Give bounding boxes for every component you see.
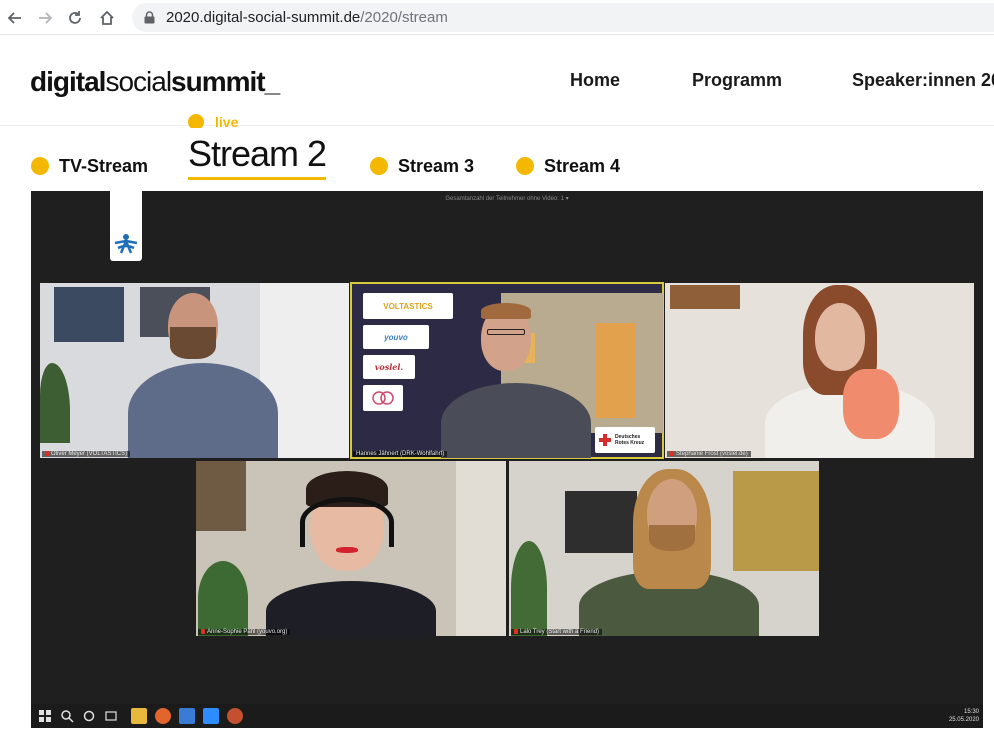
taskbar-clock: 15:30 25.05.2020 (949, 708, 979, 724)
participant-tile[interactable]: Oliver Meyer (VOLTASTICS) (40, 283, 349, 458)
stream-dot-icon (370, 157, 388, 175)
logo-part-social: social (105, 66, 172, 97)
circles-logo-icon (372, 391, 394, 405)
reload-icon[interactable] (62, 5, 88, 31)
plant (40, 363, 70, 443)
stream-dot-icon (516, 157, 534, 175)
participant-name: Anne-Sophie Pahl (youvo.org) (198, 628, 291, 635)
person-torso (441, 383, 591, 458)
live-indicator: live (188, 112, 258, 128)
person-torso (266, 581, 436, 636)
nav-home[interactable]: Home (570, 70, 620, 91)
home-icon[interactable] (94, 5, 120, 31)
sponsor-logo-voltastics: VOLTASTICS (363, 293, 453, 319)
tab-tv-stream[interactable]: TV-Stream (31, 155, 148, 177)
app-icon (227, 708, 243, 724)
sponsor-logo-youvo: youvo (363, 325, 429, 349)
person-beard (649, 525, 695, 551)
person-hair (481, 303, 531, 319)
participant-tile-active-speaker[interactable]: VOLTASTICS youvo voslel. Deutsches Rotes… (350, 282, 664, 459)
person-head (815, 303, 865, 371)
sponsor-logo-voslel: voslel. (363, 355, 415, 379)
firefox-icon (155, 708, 171, 724)
door (456, 461, 506, 636)
url-path: /2020/stream (360, 9, 448, 26)
sponsor-logo-drk: Deutsches Rotes Kreuz (595, 427, 655, 453)
participant-name: Lalo Trey (Start with a Friend) (511, 628, 603, 635)
tab-label: Stream 2 (188, 132, 327, 174)
nav-speaker[interactable]: Speaker:innen 20 (852, 70, 994, 91)
person-hand-sleeve (843, 369, 899, 439)
lips (336, 547, 358, 553)
glasses (487, 329, 525, 335)
wall-painting (733, 471, 819, 571)
forward-arrow-icon[interactable] (32, 5, 58, 31)
participant-tile[interactable]: Anne-Sophie Pahl (youvo.org) (196, 461, 506, 636)
red-cross-icon (599, 434, 611, 446)
stream-dot-icon (31, 157, 49, 175)
logo-part-digital: digital (30, 66, 106, 97)
headphones (300, 497, 394, 547)
person-torso (128, 363, 278, 458)
browser-toolbar: 2020.digital-social-summit.de/2020/strea… (0, 0, 994, 35)
tab-stream-3[interactable]: Stream 3 (370, 155, 474, 177)
search-icon (59, 708, 75, 724)
url-text: 2020.digital-social-summit.de/2020/strea… (166, 9, 448, 26)
plant (198, 561, 248, 636)
tab-label: TV-Stream (59, 155, 149, 176)
sponsor-logo-circles (363, 385, 403, 411)
tab-label: Stream 4 (544, 155, 621, 176)
participant-tile[interactable]: Lalo Trey (Start with a Friend) (509, 461, 819, 636)
video-player[interactable]: Gesamtanzahl der Teilnehmer ohne Video: … (31, 191, 983, 728)
windows-start-icon (37, 708, 53, 724)
wall-picture (565, 491, 637, 553)
participant-name: Stephanie Frost (voslel.de) (667, 450, 751, 457)
live-dot-icon (188, 114, 204, 128)
taskbar-time: 15:30 (963, 709, 979, 715)
windows-taskbar: 15:30 25.05.2020 (31, 704, 983, 728)
participant-name: Oliver Meyer (VOLTASTICS) (42, 450, 131, 457)
participant-name: Hannes Jähnert (DRK-Wohlfahrt) (353, 451, 448, 457)
people-icon (179, 708, 195, 724)
logo-part-summit: summit_ (171, 66, 280, 97)
participant-count-caption: Gesamtanzahl der Teilnehmer ohne Video: … (445, 196, 569, 202)
shelf (670, 285, 740, 309)
back-arrow-icon[interactable] (2, 5, 28, 31)
person-beard (170, 327, 216, 359)
accessibility-icon (114, 234, 138, 254)
file-explorer-icon (131, 708, 147, 724)
tab-stream-2[interactable]: Stream 2 (188, 132, 327, 180)
url-host: 2020.digital-social-summit.de (166, 9, 361, 26)
nav-programm[interactable]: Programm (692, 70, 782, 91)
task-view-icon (103, 708, 119, 724)
plant (511, 541, 547, 636)
site-header: digitalsocialsummit_ Home Programm Speak… (0, 36, 994, 126)
lock-icon (142, 11, 156, 25)
taskbar-date: 25.05.2020 (948, 717, 979, 723)
tab-stream-4[interactable]: Stream 4 (516, 155, 620, 177)
lit-window (596, 323, 636, 418)
wall-picture (54, 287, 124, 342)
accessibility-logo (110, 191, 142, 261)
wall-picture (196, 461, 246, 531)
tab-label: Stream 3 (398, 155, 475, 176)
zoom-app-icon (203, 708, 219, 724)
participant-tile[interactable]: Stephanie Frost (voslel.de) (665, 283, 974, 458)
address-bar[interactable]: 2020.digital-social-summit.de/2020/strea… (132, 3, 994, 32)
live-label: live (215, 114, 239, 128)
cortana-icon (81, 708, 97, 724)
site-logo[interactable]: digitalsocialsummit_ (30, 66, 280, 98)
